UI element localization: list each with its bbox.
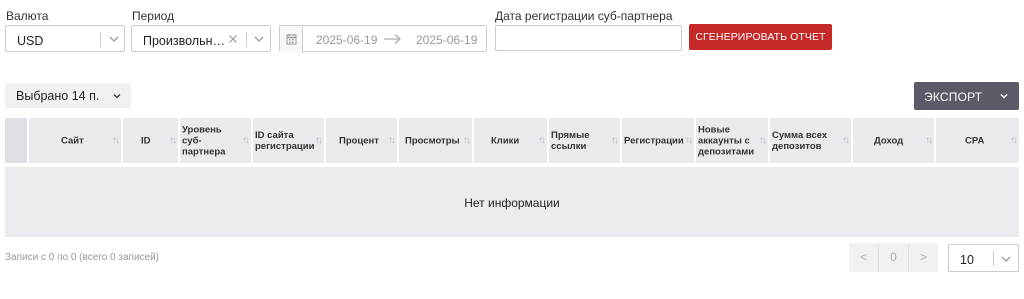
column-header-text: Сумма всех депозитов bbox=[772, 129, 828, 152]
column-header-text: Клики bbox=[491, 135, 520, 146]
current-page[interactable]: 0 bbox=[879, 243, 908, 272]
date-from-input[interactable]: 2025-06-19 bbox=[316, 33, 377, 47]
column-header-deposits-sum[interactable]: Сумма всех депозитов ↑↓ bbox=[770, 118, 851, 163]
column-header-text: Регистрации bbox=[624, 135, 684, 146]
column-header-income[interactable]: Доход ↑↓ bbox=[853, 118, 934, 163]
column-header-text: Уровень суб-партнера bbox=[182, 124, 226, 157]
column-header-text: Прямые ссылки bbox=[551, 129, 590, 152]
column-header-cpa[interactable]: CPA ↑↓ bbox=[936, 118, 1019, 163]
select-separator bbox=[246, 32, 247, 47]
sort-icon: ↑↓ bbox=[315, 135, 323, 146]
columns-select-value: Выбрано 14 п. bbox=[16, 89, 100, 103]
currency-value: USD bbox=[17, 34, 44, 48]
chevron-down-icon bbox=[252, 32, 266, 46]
column-header-views[interactable]: Просмотры ↑↓ bbox=[399, 118, 472, 163]
currency-label: Валюта bbox=[6, 9, 49, 23]
chevron-down-icon bbox=[107, 32, 121, 46]
column-header-text: Просмотры bbox=[405, 135, 460, 146]
date-to-input[interactable]: 2025-06-19 bbox=[416, 33, 477, 47]
generate-report-button[interactable]: СГЕНЕРИРОВАТЬ ОТЧЕТ bbox=[689, 24, 832, 50]
column-header-text: ID сайта регистрации bbox=[255, 129, 315, 152]
records-info: Записи с 0 по 0 (всего 0 записей) bbox=[5, 252, 160, 263]
currency-select[interactable]: USD bbox=[5, 25, 125, 52]
sort-icon: ↑↓ bbox=[388, 135, 396, 146]
page-size-value: 10 bbox=[960, 253, 974, 267]
export-button[interactable]: ЭКСПОРТ bbox=[914, 82, 1019, 110]
chevron-down-icon bbox=[999, 252, 1013, 266]
calendar-icon[interactable] bbox=[280, 26, 303, 53]
column-header-new-deposit-accounts[interactable]: Новые аккаунты с депозитами ↑↓ bbox=[696, 118, 768, 163]
arrow-right-icon bbox=[383, 32, 403, 49]
sort-icon: ↑↓ bbox=[925, 135, 933, 146]
export-label: ЭКСПОРТ bbox=[924, 90, 983, 104]
sort-icon: ↑↓ bbox=[611, 135, 619, 146]
column-header-text: Доход bbox=[874, 135, 904, 146]
sort-icon: ↑↓ bbox=[759, 135, 767, 146]
column-header-text: Сайт bbox=[61, 135, 84, 146]
date-range-picker[interactable]: 2025-06-19 2025-06-19 bbox=[279, 25, 487, 53]
column-header-text: Новые аккаунты с депозитами bbox=[698, 124, 755, 157]
period-label: Период bbox=[132, 9, 175, 23]
select-separator bbox=[993, 251, 994, 266]
sort-icon: ↑↓ bbox=[1010, 135, 1018, 146]
column-header-site[interactable]: Сайт ↑↓ bbox=[29, 118, 121, 163]
sort-icon: ↑↓ bbox=[842, 135, 850, 146]
sort-icon: ↑↓ bbox=[685, 135, 693, 146]
column-header-clicks[interactable]: Клики ↑↓ bbox=[474, 118, 547, 163]
columns-select[interactable]: Выбрано 14 п. bbox=[5, 83, 131, 108]
sort-icon: ↑↓ bbox=[112, 135, 120, 146]
period-select[interactable]: Произвольн… bbox=[131, 25, 271, 52]
sort-icon: ↑↓ bbox=[538, 135, 546, 146]
column-header-text: CPA bbox=[965, 135, 985, 146]
column-header-registration-site-id[interactable]: ID сайта регистрации ↑↓ bbox=[253, 118, 324, 163]
column-header-percent[interactable]: Процент ↑↓ bbox=[326, 118, 397, 163]
sort-icon: ↑↓ bbox=[463, 135, 471, 146]
next-page-button[interactable]: > bbox=[909, 243, 938, 272]
column-header-id[interactable]: ID ↑↓ bbox=[123, 118, 178, 163]
header-checkbox-cell bbox=[5, 118, 27, 163]
column-header-registrations[interactable]: Регистрации ↑↓ bbox=[622, 118, 694, 163]
column-header-text: Процент bbox=[339, 135, 379, 146]
prev-page-button[interactable]: < bbox=[849, 243, 878, 272]
chevron-down-icon bbox=[111, 89, 123, 106]
column-header-subpartner-level[interactable]: Уровень суб-партнера ↑↓ bbox=[180, 118, 251, 163]
sort-icon: ↑↓ bbox=[169, 135, 177, 146]
page-size-select[interactable]: 10 bbox=[948, 244, 1019, 272]
subpartner-date-input[interactable] bbox=[495, 25, 682, 51]
subpartner-date-label: Дата регистрации суб-партнера bbox=[495, 9, 673, 23]
chevron-down-icon bbox=[998, 89, 1010, 106]
table-empty-row: Нет информации bbox=[5, 167, 1019, 237]
empty-message: Нет информации bbox=[464, 196, 560, 210]
sort-icon: ↑↓ bbox=[242, 135, 250, 146]
column-header-direct-links[interactable]: Прямые ссылки ↑↓ bbox=[549, 118, 620, 163]
table-header: Сайт ↑↓ ID ↑↓ Уровень суб-партнера ↑↓ ID… bbox=[5, 118, 1019, 163]
column-header-text: ID bbox=[141, 135, 151, 146]
select-separator bbox=[100, 32, 101, 47]
clear-icon[interactable] bbox=[227, 32, 239, 46]
period-value: Произвольн… bbox=[143, 34, 225, 48]
